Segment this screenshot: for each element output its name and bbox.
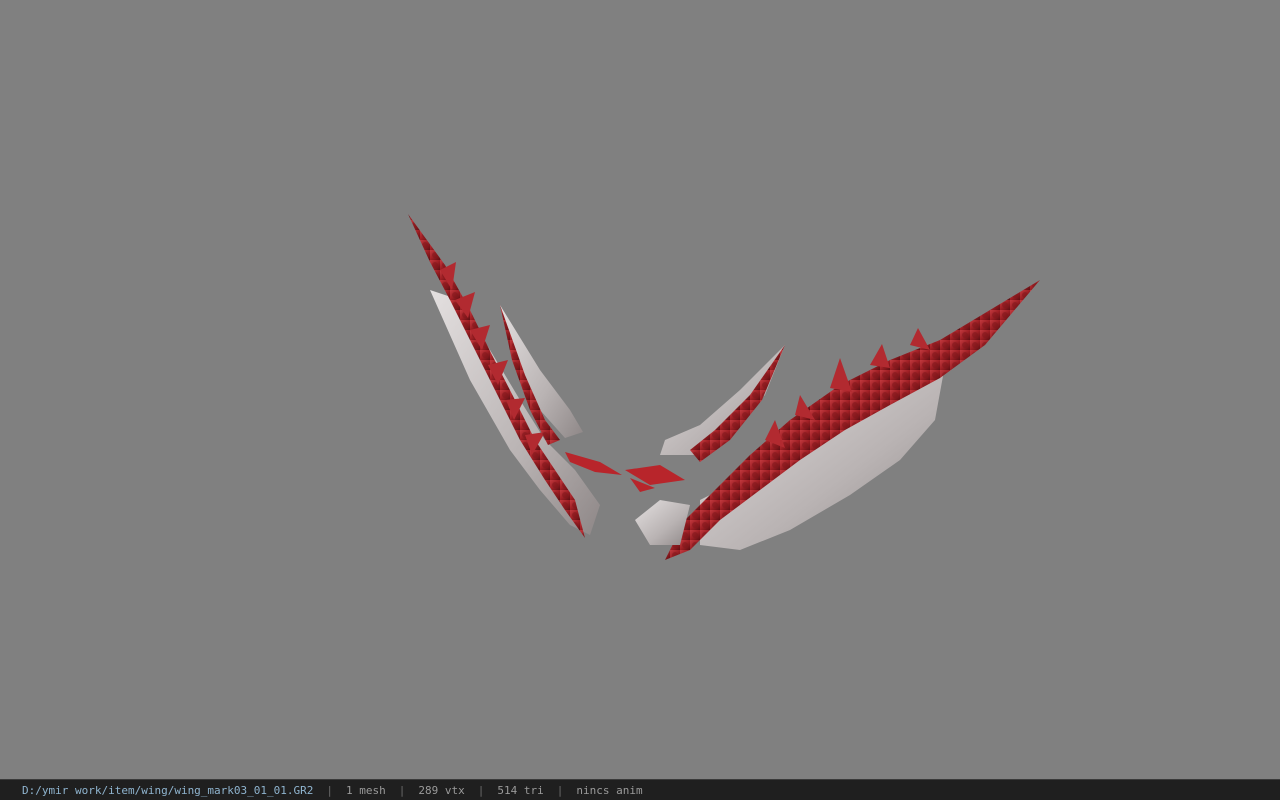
- status-separator: |: [398, 783, 406, 797]
- status-vertex-count: 289 vtx: [418, 783, 465, 797]
- wing-model-render: [408, 214, 1040, 560]
- status-anim: nincs anim: [576, 783, 643, 797]
- status-bar: D:/ymir work/item/wing/wing_mark03_01_01…: [0, 779, 1280, 800]
- status-separator: |: [556, 783, 564, 797]
- right-claws: [625, 465, 685, 492]
- status-file-path: D:/ymir work/item/wing/wing_mark03_01_01…: [22, 783, 314, 797]
- status-separator: |: [326, 783, 334, 797]
- status-triangle-count: 514 tri: [497, 783, 544, 797]
- status-mesh-count: 1 mesh: [346, 783, 386, 797]
- 3d-viewport[interactable]: [0, 0, 1280, 779]
- status-separator: |: [477, 783, 485, 797]
